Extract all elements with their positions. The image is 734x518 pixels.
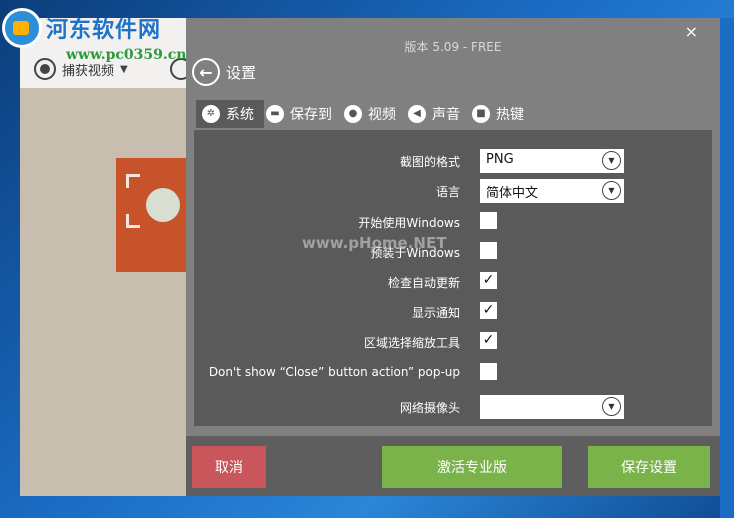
tab-label: 视频 [368, 107, 396, 123]
setting-row-format: 截图的格式 PNG ▼ [194, 147, 712, 175]
chevron-down-icon[interactable]: ▼ [120, 64, 128, 75]
tab-hotkeys[interactable]: ■ 热键 [470, 100, 534, 128]
site-url: www.pc0359.cn [66, 47, 187, 63]
system-settings-panel: 截图的格式 PNG ▼ 语言 简体中文 ▼ 开始使用Windows 预装于Win… [194, 130, 712, 426]
tab-label: 系统 [226, 107, 254, 123]
notifications-label: 显示通知 [411, 306, 460, 320]
back-arrow-icon[interactable]: ← [192, 58, 220, 86]
language-value: 简体中文 [486, 186, 539, 201]
chevron-down-icon: ▼ [602, 397, 621, 416]
gear-icon: ✲ [202, 105, 220, 123]
setting-row-zoom-tool: 区域选择缩放工具 ✓ [194, 328, 712, 356]
setting-row-check-updates: 检查自动更新 ✓ [194, 268, 712, 296]
lens-icon [146, 188, 180, 222]
webcam-label: 网络摄像头 [399, 401, 460, 415]
close-popup-label: Don't show “Close” button action” pop-up [208, 365, 460, 379]
check-updates-checkbox[interactable]: ✓ [480, 272, 497, 289]
overlay-watermark: www.pHome.NET [302, 234, 447, 252]
setting-row-preload: 预装于Windows [194, 238, 712, 266]
check-updates-label: 检查自动更新 [387, 276, 460, 290]
preload-checkbox[interactable] [480, 242, 497, 259]
dialog-footer: 取消 激活专业版 保存设置 [186, 436, 720, 496]
site-name: 河东软件网 [46, 18, 162, 43]
site-watermark-logo: 河东软件网 [2, 8, 161, 48]
setting-row-webcam: 网络摄像头 ▼ [194, 393, 712, 421]
save-settings-button[interactable]: 保存设置 [588, 446, 710, 488]
record-icon: ● [344, 105, 362, 123]
tab-save-to[interactable]: ▬ 保存到 [264, 100, 342, 128]
tab-video[interactable]: ● 视频 [342, 100, 406, 128]
desktop-strip [720, 18, 734, 518]
tab-label: 保存到 [290, 107, 332, 123]
tab-label: 声音 [432, 107, 460, 123]
cancel-button[interactable]: 取消 [192, 446, 266, 488]
activate-pro-button[interactable]: 激活专业版 [382, 446, 562, 488]
setting-row-notifications: 显示通知 ✓ [194, 298, 712, 326]
settings-dialog: 版本 5.09 - FREE × ← 设置 ✲ 系统 ▬ 保存到 ● 视频 ◀ … [186, 18, 720, 496]
zoom-tool-label: 区域选择缩放工具 [363, 336, 460, 350]
zoom-tool-checkbox[interactable]: ✓ [480, 332, 497, 349]
dialog-header: 版本 5.09 - FREE × [186, 18, 720, 66]
chevron-down-icon: ▼ [602, 151, 621, 170]
close-popup-checkbox[interactable] [480, 363, 497, 380]
bracket-icon [126, 214, 140, 228]
settings-tabs: ✲ 系统 ▬ 保存到 ● 视频 ◀ 声音 ■ 热键 [196, 100, 534, 128]
keyboard-icon: ■ [472, 105, 490, 123]
webcam-select[interactable]: ▼ [480, 395, 624, 419]
language-select[interactable]: 简体中文 ▼ [480, 179, 624, 203]
format-select[interactable]: PNG ▼ [480, 149, 624, 173]
speaker-icon: ◀ [408, 105, 426, 123]
tab-sound[interactable]: ◀ 声音 [406, 100, 470, 128]
start-with-windows-label: 开始使用Windows [358, 216, 460, 230]
setting-row-close-popup: Don't show “Close” button action” pop-up [194, 359, 712, 387]
back-navigation[interactable]: ← 设置 [192, 58, 256, 86]
setting-row-language: 语言 简体中文 ▼ [194, 177, 712, 205]
record-icon[interactable] [34, 58, 56, 80]
bracket-icon [126, 174, 140, 188]
tab-label: 热键 [496, 107, 524, 123]
close-icon[interactable]: × [685, 22, 698, 41]
version-label: 版本 5.09 - FREE [404, 40, 502, 54]
start-with-windows-checkbox[interactable] [480, 212, 497, 229]
folder-icon: ▬ [266, 105, 284, 123]
tab-system[interactable]: ✲ 系统 [196, 100, 264, 128]
language-label: 语言 [435, 185, 460, 199]
site-logo-icon [2, 8, 42, 48]
notifications-checkbox[interactable]: ✓ [480, 302, 497, 319]
format-label: 截图的格式 [399, 155, 460, 169]
settings-title: 设置 [226, 63, 257, 82]
app-logo-tile [116, 158, 188, 272]
chevron-down-icon: ▼ [602, 181, 621, 200]
setting-row-start-with-windows: 开始使用Windows [194, 208, 712, 236]
format-value: PNG [486, 152, 514, 167]
